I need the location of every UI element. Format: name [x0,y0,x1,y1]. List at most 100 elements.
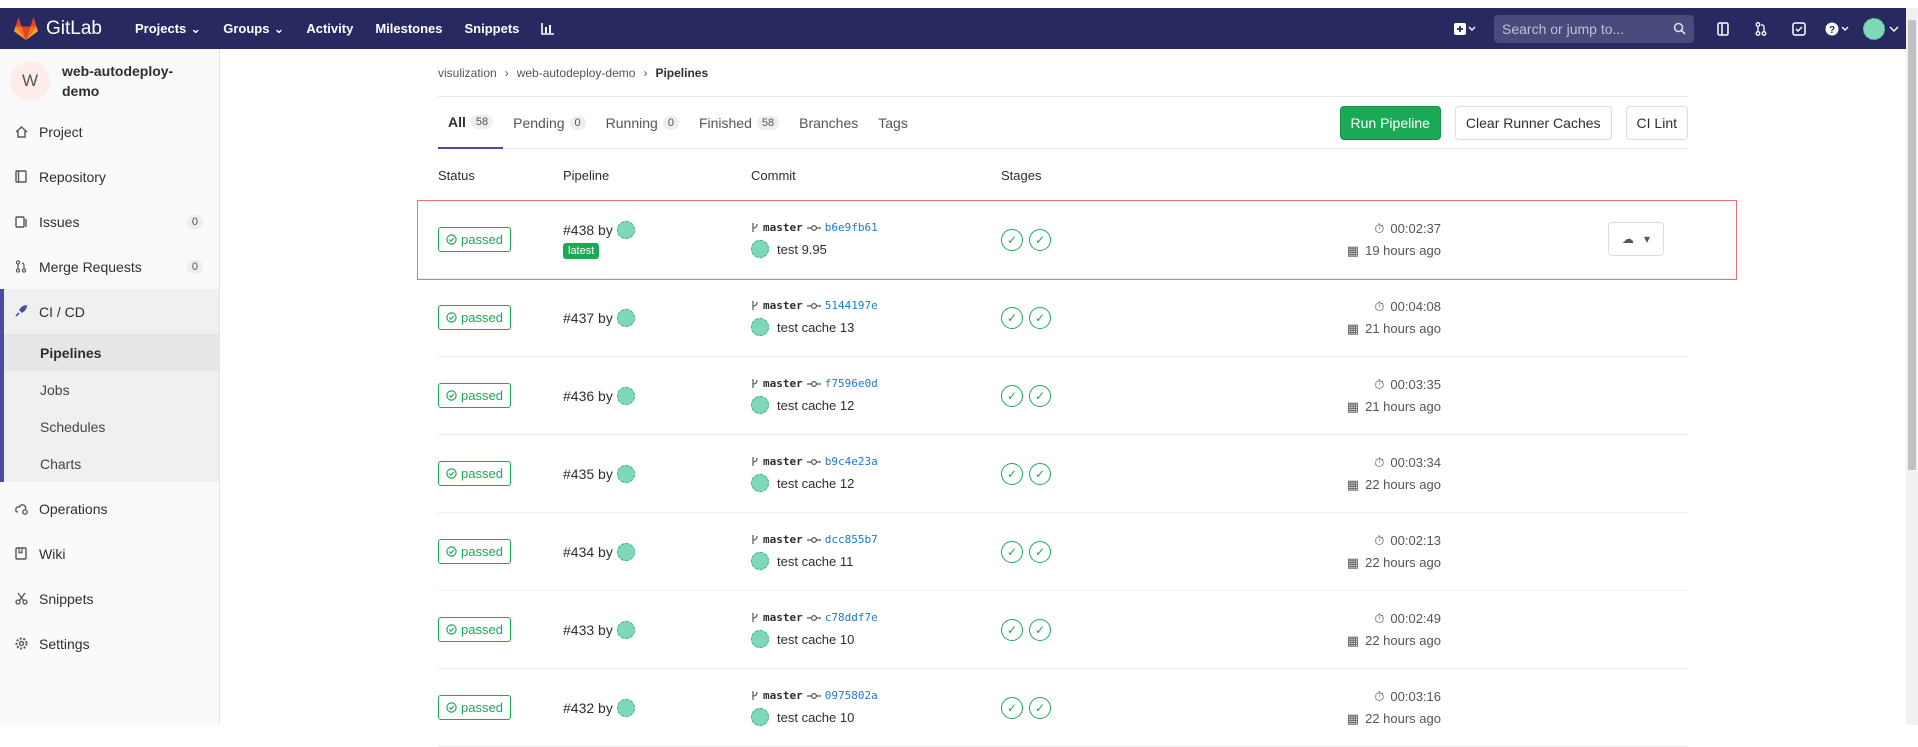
stage-passed-icon[interactable]: ✓ [1029,540,1051,563]
gitlab-logo[interactable]: GitLab [14,18,102,40]
stage-passed-icon[interactable]: ✓ [1029,384,1051,407]
user-avatar[interactable] [616,386,635,405]
sidebar-item-wiki[interactable]: Wiki [0,531,219,576]
pipeline-id-link[interactable]: #434 by [563,544,613,560]
nav-activity[interactable]: Activity [295,21,364,36]
sidebar-item-cicd[interactable]: CI / CD [4,289,219,334]
author-avatar[interactable] [751,240,769,258]
run-pipeline-button[interactable]: Run Pipeline [1339,105,1441,140]
user-avatar[interactable] [616,620,635,639]
stage-passed-icon[interactable]: ✓ [1029,462,1051,485]
pipeline-id-link[interactable]: #433 by [563,622,613,638]
nav-snippets[interactable]: Snippets [454,21,531,36]
commit-message-link[interactable]: test cache 10 [777,710,854,725]
author-avatar[interactable] [751,318,769,336]
sidebar-item-settings[interactable]: Settings [0,621,219,666]
branch-link[interactable]: master [763,377,803,390]
todo-icon[interactable] [1780,21,1818,36]
pipeline-id-link[interactable]: #437 by [563,310,613,326]
stage-passed-icon[interactable]: ✓ [1001,618,1023,641]
commit-message-link[interactable]: test cache 10 [777,632,854,647]
sidebar-item-snippets[interactable]: Snippets [0,576,219,621]
search-input[interactable]: Search or jump to... [1494,14,1694,43]
pipeline-id-link[interactable]: #436 by [563,388,613,404]
author-avatar[interactable] [751,552,769,570]
user-avatar[interactable] [616,542,635,561]
stage-passed-icon[interactable]: ✓ [1001,462,1023,485]
stage-passed-icon[interactable]: ✓ [1001,696,1023,719]
user-avatar[interactable] [616,220,635,239]
sidebar-item-merge-requests[interactable]: Merge Requests 0 [0,244,219,289]
breadcrumb-project[interactable]: web-autodeploy-demo [517,66,636,80]
stage-passed-icon[interactable]: ✓ [1001,384,1023,407]
commit-sha-link[interactable]: f7596e0d [825,377,878,390]
breadcrumb-current[interactable]: Pipelines [655,66,708,80]
branch-link[interactable]: master [763,299,803,312]
ci-lint-button[interactable]: CI Lint [1625,105,1688,140]
sidebar-item-operations[interactable]: Operations [0,486,219,531]
stage-passed-icon[interactable]: ✓ [1029,306,1051,329]
scrollbar[interactable] [1906,8,1918,725]
status-badge[interactable]: passed [438,383,511,408]
nav-groups[interactable]: Groups ⌄ [212,21,295,37]
commit-sha-link[interactable]: c78ddf7e [825,611,878,624]
author-avatar[interactable] [751,396,769,414]
sidebar-subitem-schedules[interactable]: Schedules [4,408,219,445]
branch-link[interactable]: master [763,455,803,468]
status-badge[interactable]: passed [438,617,511,642]
commit-message-link[interactable]: test cache 12 [777,398,854,413]
stage-passed-icon[interactable]: ✓ [1029,228,1051,251]
branch-link[interactable]: master [763,689,803,702]
commit-sha-link[interactable]: dcc855b7 [825,533,878,546]
status-badge[interactable]: passed [438,305,511,330]
nav-projects[interactable]: Projects ⌄ [124,21,212,37]
sidebar-item-repository[interactable]: Repository [0,154,219,199]
status-badge[interactable]: passed [438,227,511,252]
tab-tags[interactable]: Tags [868,97,918,149]
pipeline-id-link[interactable]: #435 by [563,466,613,482]
stage-passed-icon[interactable]: ✓ [1029,696,1051,719]
stage-passed-icon[interactable]: ✓ [1001,540,1023,563]
sidebar-item-project[interactable]: Project [0,109,219,154]
commit-message-link[interactable]: test cache 12 [777,476,854,491]
status-badge[interactable]: passed [438,539,511,564]
user-avatar-icon[interactable] [1856,17,1906,40]
clear-runner-caches-button[interactable]: Clear Runner Caches [1454,105,1612,140]
sidebar-subitem-jobs[interactable]: Jobs [4,371,219,408]
branch-link[interactable]: master [763,221,803,234]
chart-icon[interactable] [530,22,566,35]
sidebar-subitem-charts[interactable]: Charts [4,445,219,482]
commit-message-link[interactable]: test cache 13 [777,320,854,335]
artifacts-download-button[interactable]: ☁ ▾ [1608,222,1664,256]
sidebar-subitem-pipelines[interactable]: Pipelines [4,334,219,371]
commit-sha-link[interactable]: 0975802a [825,689,878,702]
commit-sha-link[interactable]: b9c4e23a [825,455,878,468]
project-header[interactable]: W web-autodeploy-demo [0,49,219,109]
tab-branches[interactable]: Branches [789,97,868,149]
sidebar-item-issues[interactable]: Issues 0 [0,199,219,244]
author-avatar[interactable] [751,708,769,726]
status-badge[interactable]: passed [438,461,511,486]
author-avatar[interactable] [751,630,769,648]
sidebar-toggle-icon[interactable] [1704,21,1742,36]
tab-all[interactable]: All 58 [438,97,504,149]
merge-request-icon[interactable] [1742,21,1780,36]
pipeline-id-link[interactable]: #432 by [563,700,613,716]
stage-passed-icon[interactable]: ✓ [1001,228,1023,251]
commit-message-link[interactable]: test 9.95 [777,242,827,257]
branch-link[interactable]: master [763,611,803,624]
pipeline-id-link[interactable]: #438 by [563,222,613,238]
tab-pending[interactable]: Pending 0 [503,97,596,149]
breadcrumb-group[interactable]: visulization [438,66,497,80]
user-avatar[interactable] [616,464,635,483]
tab-running[interactable]: Running 0 [596,97,689,149]
user-avatar[interactable] [616,308,635,327]
nav-milestones[interactable]: Milestones [364,21,453,36]
tab-finished[interactable]: Finished 58 [689,97,789,149]
help-icon[interactable]: ? [1818,22,1856,36]
commit-sha-link[interactable]: b6e9fb61 [825,221,878,234]
stage-passed-icon[interactable]: ✓ [1029,618,1051,641]
status-badge[interactable]: passed [438,695,511,720]
commit-message-link[interactable]: test cache 11 [777,554,853,569]
stage-passed-icon[interactable]: ✓ [1001,306,1023,329]
